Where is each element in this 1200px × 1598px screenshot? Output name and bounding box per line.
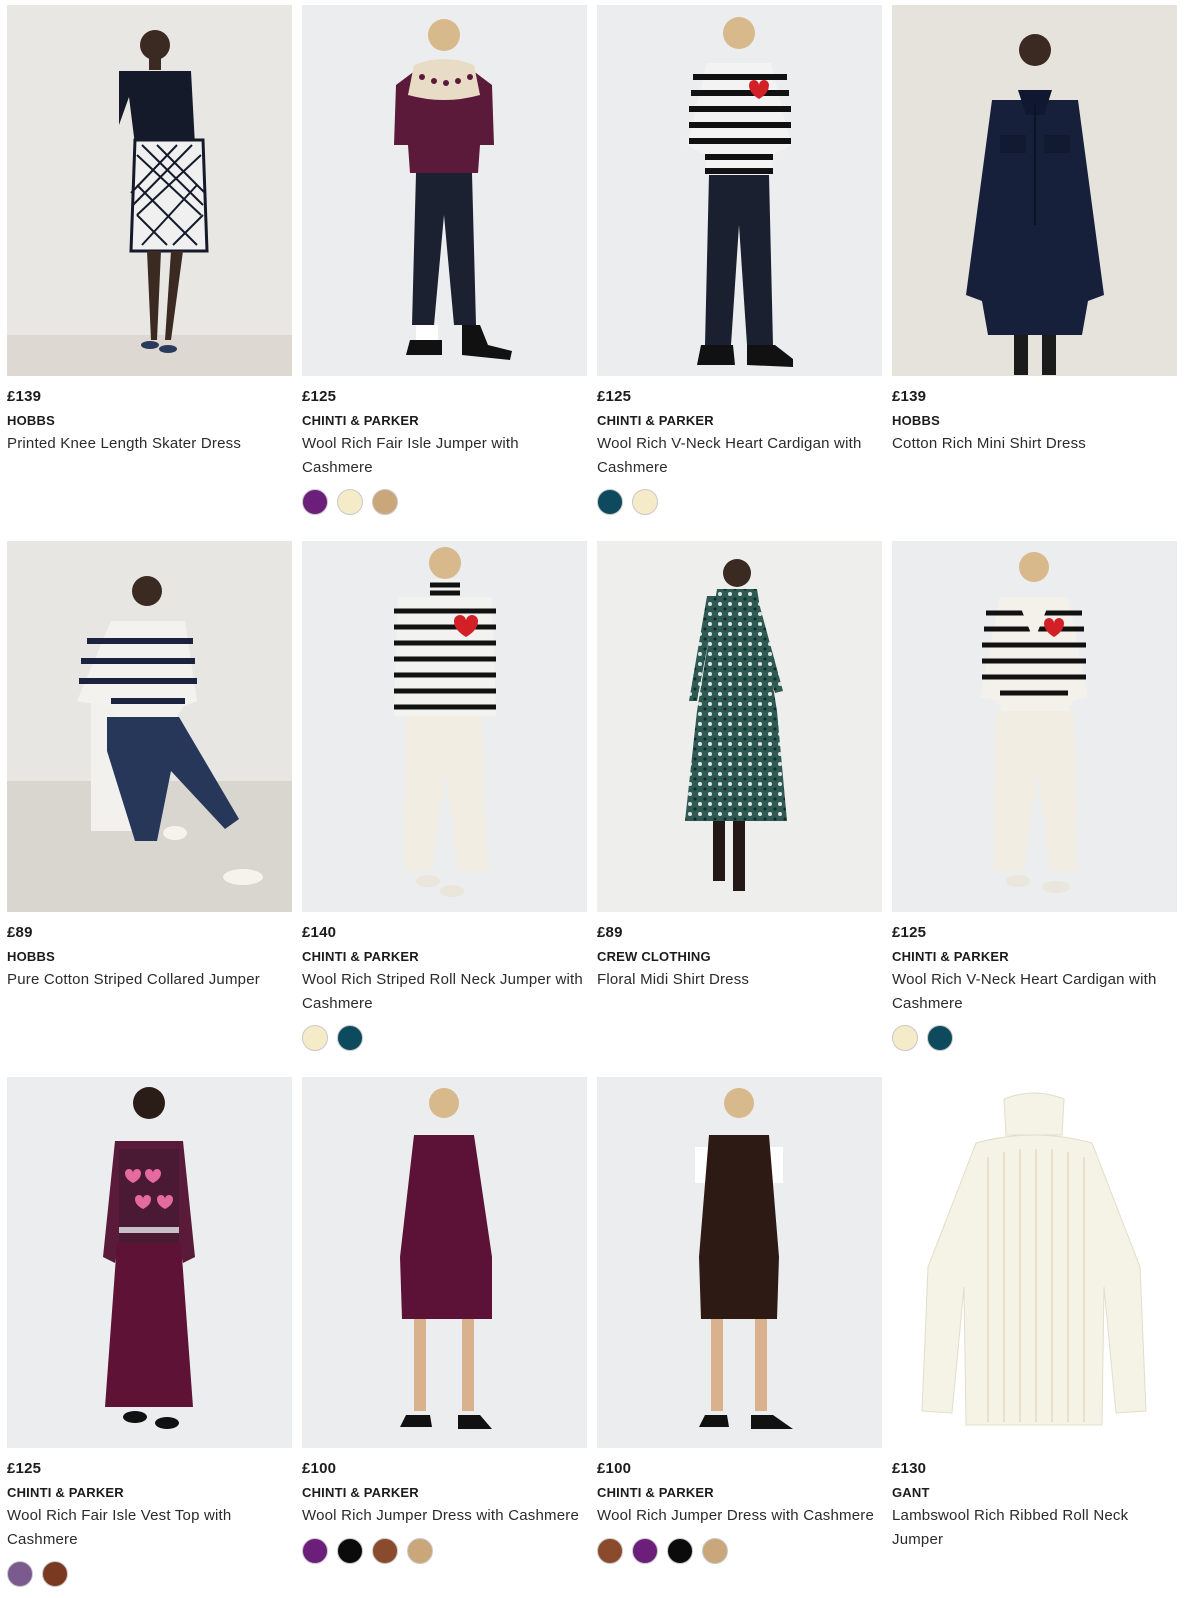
product-price: £125 <box>892 924 927 941</box>
product-brand: CHINTI & PARKER <box>597 1485 714 1500</box>
product-price: £125 <box>302 388 337 405</box>
product-price: £125 <box>597 388 632 405</box>
color-swatch[interactable] <box>302 489 328 515</box>
product-card[interactable]: £139 HOBBS Printed Knee Length Skater Dr… <box>7 5 292 456</box>
color-swatch[interactable] <box>927 1025 953 1051</box>
color-swatches <box>597 1537 882 1564</box>
product-title[interactable]: Wool Rich V-Neck Heart Cardigan with Cas… <box>892 968 1177 1015</box>
color-swatches <box>892 1025 1177 1051</box>
color-swatch[interactable] <box>702 1537 728 1564</box>
product-title[interactable]: Lambswool Rich Ribbed Roll Neck Jumper <box>892 1504 1177 1551</box>
product-price: £125 <box>7 1460 42 1477</box>
product-price: £89 <box>597 924 623 941</box>
product-title[interactable]: Pure Cotton Striped Collared Jumper <box>7 968 292 992</box>
product-title[interactable]: Floral Midi Shirt Dress <box>597 968 882 992</box>
product-price: £89 <box>7 924 33 941</box>
product-card[interactable]: £130 GANT Lambswool Rich Ribbed Roll Nec… <box>892 1077 1177 1551</box>
product-card[interactable]: £125 CHINTI & PARKER Wool Rich Fair Isle… <box>302 5 587 515</box>
color-swatch[interactable] <box>632 489 658 515</box>
product-brand: CHINTI & PARKER <box>892 949 1009 964</box>
product-title[interactable]: Wool Rich Fair Isle Jumper with Cashmere <box>302 432 587 479</box>
product-card[interactable]: £100 CHINTI & PARKER Wool Rich Jumper Dr… <box>302 1077 587 1564</box>
product-card[interactable]: £139 HOBBS Cotton Rich Mini Shirt Dress <box>892 5 1177 456</box>
product-brand: HOBBS <box>7 949 55 964</box>
color-swatch[interactable] <box>892 1025 918 1051</box>
product-title[interactable]: Wool Rich Striped Roll Neck Jumper with … <box>302 968 587 1015</box>
color-swatches <box>597 489 882 515</box>
product-brand: CHINTI & PARKER <box>597 413 714 428</box>
heart-cardigan-model-image[interactable] <box>597 5 882 376</box>
product-price: £100 <box>302 1460 337 1477</box>
jumper-dress-brown-model-image[interactable] <box>597 1077 882 1448</box>
product-card[interactable]: £89 CREW CLOTHING Floral Midi Shirt Dres… <box>597 541 882 992</box>
color-swatches <box>7 1561 292 1587</box>
product-title[interactable]: Wool Rich V-Neck Heart Cardigan with Cas… <box>597 432 882 479</box>
fair-isle-jumper-model-image[interactable] <box>302 5 587 376</box>
product-card[interactable]: £89 HOBBS Pure Cotton Striped Collared J… <box>7 541 292 992</box>
color-swatch[interactable] <box>337 1025 363 1051</box>
fair-isle-vest-model-image[interactable] <box>7 1077 292 1448</box>
ribbed-roll-neck-product-image[interactable] <box>892 1077 1177 1448</box>
shirt-dress-model-image[interactable] <box>892 5 1177 376</box>
jumper-dress-purple-model-image[interactable] <box>302 1077 587 1448</box>
product-brand: HOBBS <box>892 413 940 428</box>
product-brand: HOBBS <box>7 413 55 428</box>
color-swatch[interactable] <box>302 1025 328 1051</box>
product-brand: CHINTI & PARKER <box>7 1485 124 1500</box>
product-title[interactable]: Wool Rich Jumper Dress with Cashmere <box>597 1504 882 1528</box>
heart-cardigan-cream-model-image[interactable] <box>892 541 1177 912</box>
color-swatches <box>302 1025 587 1051</box>
product-price: £140 <box>302 924 337 941</box>
color-swatch[interactable] <box>302 1537 328 1564</box>
product-title[interactable]: Wool Rich Fair Isle Vest Top with Cashme… <box>7 1504 292 1551</box>
color-swatch[interactable] <box>372 1537 398 1564</box>
product-brand: GANT <box>892 1485 930 1500</box>
color-swatch[interactable] <box>407 1537 433 1564</box>
product-title[interactable]: Wool Rich Jumper Dress with Cashmere <box>302 1504 587 1528</box>
color-swatch[interactable] <box>372 489 398 515</box>
color-swatch[interactable] <box>337 489 363 515</box>
product-brand: CHINTI & PARKER <box>302 949 419 964</box>
product-card[interactable]: £125 CHINTI & PARKER Wool Rich V-Neck He… <box>597 5 882 515</box>
product-card[interactable]: £125 CHINTI & PARKER Wool Rich V-Neck He… <box>892 541 1177 1051</box>
color-swatch[interactable] <box>7 1561 33 1587</box>
product-card[interactable]: £140 CHINTI & PARKER Wool Rich Striped R… <box>302 541 587 1051</box>
product-card[interactable]: £125 CHINTI & PARKER Wool Rich Fair Isle… <box>7 1077 292 1587</box>
skater-dress-model-image[interactable] <box>7 5 292 376</box>
product-brand: CHINTI & PARKER <box>302 413 419 428</box>
color-swatch[interactable] <box>667 1537 693 1564</box>
color-swatch[interactable] <box>597 1537 623 1564</box>
color-swatch[interactable] <box>42 1561 68 1587</box>
product-card[interactable]: £100 CHINTI & PARKER Wool Rich Jumper Dr… <box>597 1077 882 1564</box>
striped-collared-jumper-model-image[interactable] <box>7 541 292 912</box>
product-title[interactable]: Printed Knee Length Skater Dress <box>7 432 292 456</box>
product-price: £130 <box>892 1460 927 1477</box>
color-swatch[interactable] <box>337 1537 363 1564</box>
floral-midi-dress-model-image[interactable] <box>597 541 882 912</box>
product-title[interactable]: Cotton Rich Mini Shirt Dress <box>892 432 1177 456</box>
product-brand: CREW CLOTHING <box>597 949 711 964</box>
product-price: £139 <box>892 388 927 405</box>
color-swatches <box>302 489 587 515</box>
product-price: £100 <box>597 1460 632 1477</box>
striped-roll-neck-model-image[interactable] <box>302 541 587 912</box>
product-brand: CHINTI & PARKER <box>302 1485 419 1500</box>
color-swatches <box>302 1537 587 1564</box>
color-swatch[interactable] <box>597 489 623 515</box>
color-swatch[interactable] <box>632 1537 658 1564</box>
product-grid: £139 HOBBS Printed Knee Length Skater Dr… <box>0 0 1200 1598</box>
product-price: £139 <box>7 388 42 405</box>
